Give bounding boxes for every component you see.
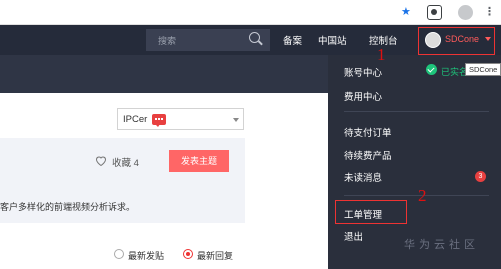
menu-divider <box>344 195 489 196</box>
nav-link-beian[interactable]: 备案 <box>283 33 302 47</box>
browser-toolbar: ★ ⋮ <box>0 0 501 25</box>
sub-nav-bar <box>0 55 328 93</box>
watermark: 华为云社区 <box>404 239 479 251</box>
forum-select-value: IPCer <box>123 114 148 125</box>
menu-item-ticket-management[interactable]: 工单管理 <box>344 207 382 221</box>
chat-icon <box>152 114 166 127</box>
sort-latest-post-label[interactable]: 最新发贴 <box>128 249 164 262</box>
menu-item-pending-orders[interactable]: 待支付订单 <box>344 125 392 139</box>
description-text: 客户多样化的前端视频分析诉求。 <box>0 202 136 212</box>
user-menu-trigger[interactable]: SDCone <box>418 27 495 55</box>
favorite-label: 收藏 <box>112 158 132 169</box>
menu-divider <box>344 111 489 112</box>
heart-icon[interactable] <box>95 155 107 166</box>
menu-item-unread-messages[interactable]: 未读消息 <box>344 170 382 184</box>
user-tooltip: SDCone <box>465 63 501 76</box>
menu-item-logout[interactable]: 退出 <box>344 229 363 243</box>
nav-link-china-site[interactable]: 中国站 <box>318 33 347 47</box>
search-input[interactable]: 搜索 <box>146 29 270 51</box>
post-topic-button[interactable]: 发表主题 <box>169 150 229 172</box>
chevron-down-icon <box>233 118 239 122</box>
menu-item-billing-center[interactable]: 费用中心 <box>344 89 382 103</box>
favorite-count[interactable]: 收藏 4 <box>112 155 139 169</box>
username: SDCone <box>445 34 480 44</box>
annotation-number-1: 1 <box>377 45 386 64</box>
extension-icon[interactable] <box>427 5 442 20</box>
sort-latest-post-radio[interactable] <box>114 249 124 259</box>
favorite-number: 4 <box>133 158 139 169</box>
unread-count-badge: 3 <box>475 171 486 182</box>
sort-latest-reply-label[interactable]: 最新回复 <box>197 249 233 262</box>
search-placeholder: 搜索 <box>158 36 177 46</box>
avatar <box>425 32 441 48</box>
bookmark-star-icon[interactable]: ★ <box>401 4 411 20</box>
menu-item-renewal-products[interactable]: 待续费产品 <box>344 148 392 162</box>
annotation-number-2: 2 <box>418 186 427 205</box>
sort-latest-reply-radio[interactable] <box>183 249 193 259</box>
search-icon[interactable] <box>249 32 260 43</box>
topic-panel: 收藏 4 发表主题 客户多样化的前端视频分析诉求。 <box>0 138 245 223</box>
browser-profile-icon[interactable] <box>458 5 473 20</box>
browser-menu-icon[interactable]: ⋮ <box>484 4 495 20</box>
menu-item-account-center[interactable]: 账号中心 <box>344 65 382 79</box>
verified-check-icon <box>426 64 437 75</box>
forum-select[interactable]: IPCer <box>117 108 244 130</box>
chevron-down-icon <box>485 37 491 41</box>
verified-status: 已实名 <box>441 67 469 77</box>
